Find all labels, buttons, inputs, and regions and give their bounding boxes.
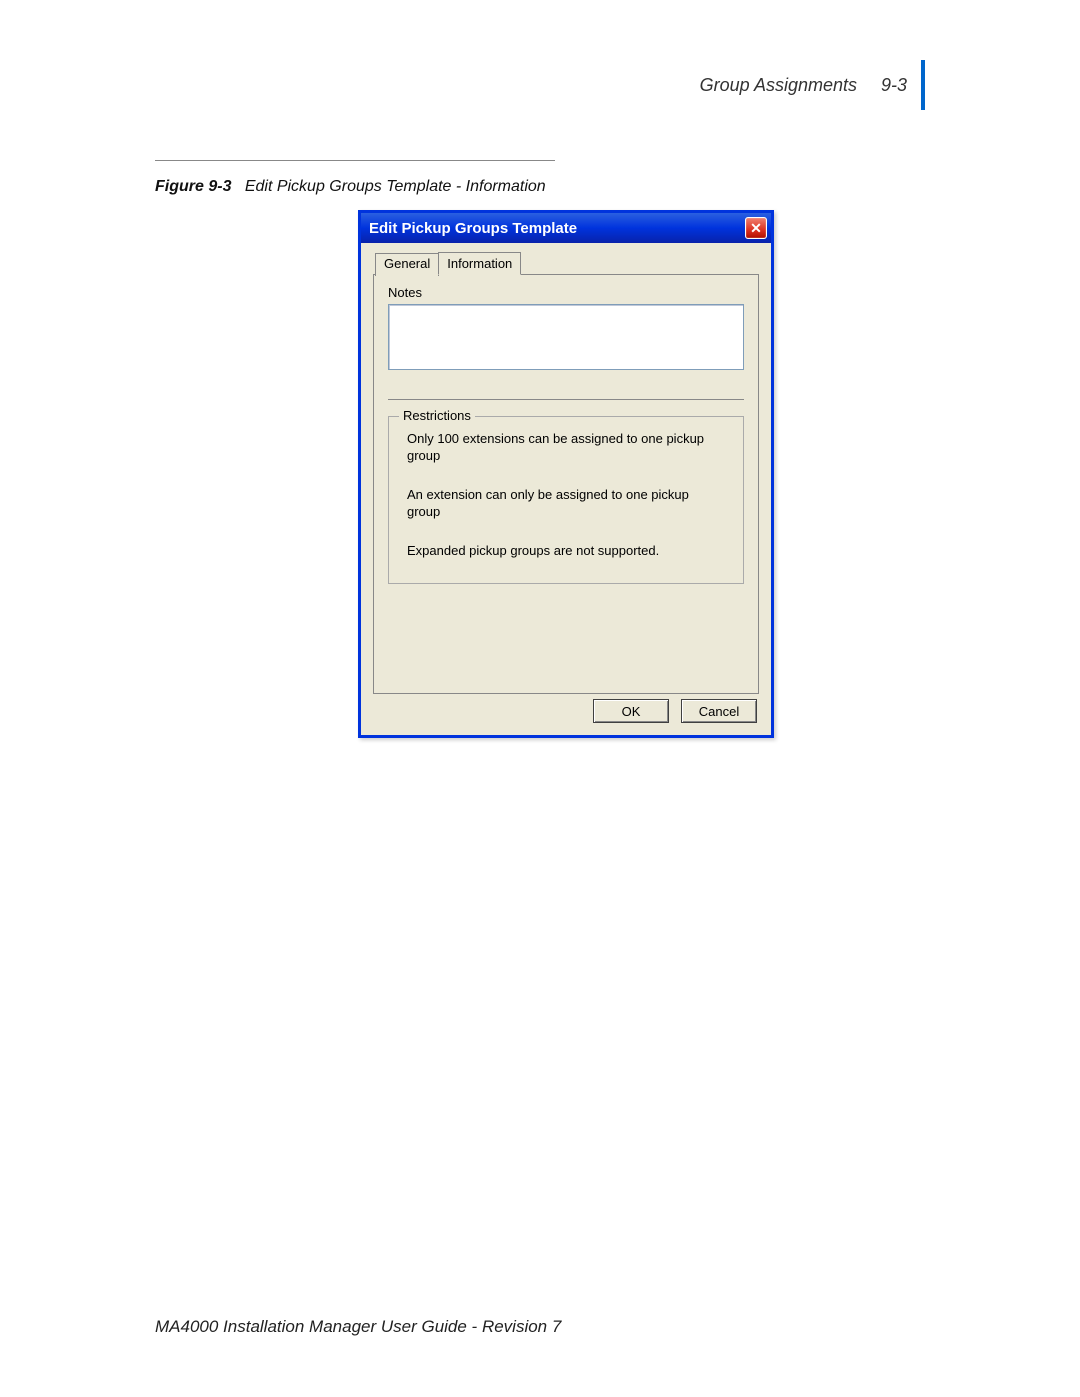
restriction-item: Only 100 extensions can be assigned to o… — [407, 431, 725, 465]
dialog-window: Edit Pickup Groups Template ✕ General In… — [358, 210, 774, 738]
dialog-button-row: OK Cancel — [593, 699, 757, 723]
restrictions-legend: Restrictions — [399, 408, 475, 423]
figure-divider — [155, 160, 555, 161]
notes-label: Notes — [388, 285, 744, 300]
tab-general[interactable]: General — [375, 253, 439, 276]
page-footer: MA4000 Installation Manager User Guide -… — [155, 1317, 561, 1337]
figure-label: Figure 9-3 — [155, 178, 231, 195]
restriction-item: Expanded pickup groups are not supported… — [407, 543, 725, 560]
dialog-titlebar[interactable]: Edit Pickup Groups Template ✕ — [361, 213, 771, 243]
restrictions-group: Restrictions Only 100 extensions can be … — [388, 416, 744, 584]
tab-information[interactable]: Information — [438, 252, 521, 275]
close-button[interactable]: ✕ — [745, 217, 767, 239]
figure-caption-text — [236, 178, 245, 195]
ok-button[interactable]: OK — [593, 699, 669, 723]
notes-input[interactable] — [388, 304, 744, 370]
close-icon: ✕ — [750, 220, 762, 237]
page-header: Group Assignments 9-3 — [700, 60, 925, 110]
dialog-body: General Information Notes Restrictions O… — [361, 243, 771, 735]
figure-caption: Figure 9-3 Edit Pickup Groups Template -… — [155, 178, 546, 196]
tab-strip: General Information — [375, 251, 759, 274]
header-accent-bar — [921, 60, 925, 110]
figure-caption-body: Edit Pickup Groups Template - Informatio… — [245, 178, 546, 195]
header-page-number: 9-3 — [881, 75, 907, 96]
cancel-button[interactable]: Cancel — [681, 699, 757, 723]
dialog-title: Edit Pickup Groups Template — [369, 220, 577, 237]
tab-panel-information: Notes Restrictions Only 100 extensions c… — [373, 274, 759, 694]
header-section-title: Group Assignments — [700, 75, 857, 96]
restriction-item: An extension can only be assigned to one… — [407, 487, 725, 521]
panel-divider — [388, 399, 744, 400]
